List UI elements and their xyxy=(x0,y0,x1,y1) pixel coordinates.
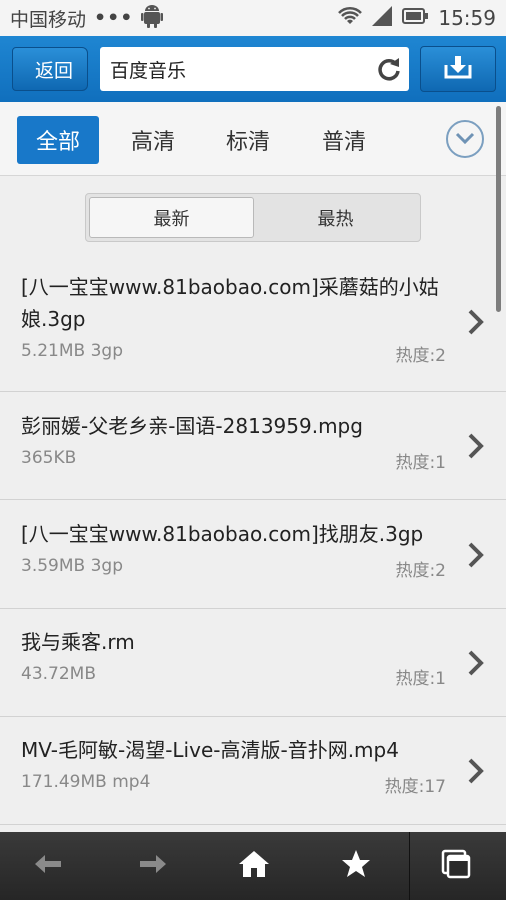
carrier-label: 中国移动 xyxy=(10,8,87,31)
back-button[interactable]: 返回 xyxy=(12,47,88,91)
battery-icon xyxy=(402,7,429,29)
tab-normal[interactable]: 普清 xyxy=(303,116,385,164)
toolbar-divider xyxy=(409,832,410,900)
tab-sd[interactable]: 标清 xyxy=(207,116,289,164)
chevron-right-icon xyxy=(466,541,486,573)
list-item[interactable]: 彭丽媛-父老乡亲-国语-2813959.mpg 365KB 热度:1 xyxy=(0,392,506,500)
item-title: [八一宝宝www.81baobao.com]找朋友.3gp xyxy=(21,522,424,546)
wifi-icon xyxy=(338,6,363,31)
bookmarks-button[interactable] xyxy=(316,832,396,900)
clock: 15:59 xyxy=(438,6,496,30)
chevron-right-icon xyxy=(466,757,486,789)
sort-newest-button[interactable]: 最新 xyxy=(89,197,254,238)
item-heat: 热度:1 xyxy=(395,453,446,473)
download-icon xyxy=(444,55,472,83)
item-size: 365KB xyxy=(21,448,77,468)
windows-icon xyxy=(441,849,471,883)
item-heat: 热度:17 xyxy=(384,777,446,797)
nav-back-button[interactable] xyxy=(8,832,88,900)
home-icon xyxy=(238,849,270,883)
list-item[interactable]: [八一宝宝www.81baobao.com]采蘑菇的小姑娘.3gp 5.21MB… xyxy=(0,258,506,392)
sort-segment: 最新 最热 xyxy=(85,193,421,242)
bottom-toolbar xyxy=(0,832,506,900)
quality-tabs: 全部 高清 标清 普清 xyxy=(0,102,506,176)
result-list: [八一宝宝www.81baobao.com]采蘑菇的小姑娘.3gp 5.21MB… xyxy=(0,258,506,392)
item-heat: 热度:1 xyxy=(395,669,446,689)
expand-tabs-button[interactable] xyxy=(446,120,484,158)
item-title: MV-毛阿敏-渴望-Live-高清版-音扑网.mp4 xyxy=(21,738,399,762)
arrow-left-icon xyxy=(33,853,63,879)
chevron-right-icon xyxy=(466,308,486,336)
list-item[interactable]: MV-毛阿敏-渴望-Live-高清版-音扑网.mp4 171.49MB mp4 热… xyxy=(0,717,506,825)
android-icon xyxy=(141,4,164,33)
signal-icon xyxy=(372,5,393,31)
nav-forward-button[interactable] xyxy=(113,832,193,900)
refresh-icon[interactable] xyxy=(375,55,403,83)
address-bar[interactable]: 百度音乐 xyxy=(100,47,409,91)
address-text: 百度音乐 xyxy=(110,59,187,82)
browser-toolbar: 返回 百度音乐 xyxy=(0,36,506,102)
chevron-right-icon xyxy=(466,432,486,464)
notification-dots: ••• xyxy=(94,7,134,29)
item-size: 3.59MB 3gp xyxy=(21,556,123,576)
home-button[interactable] xyxy=(214,832,294,900)
download-button[interactable] xyxy=(420,46,496,92)
item-title: [八一宝宝www.81baobao.com]采蘑菇的小姑娘.3gp xyxy=(21,275,439,331)
item-heat: 热度:2 xyxy=(395,561,446,581)
item-size: 43.72MB xyxy=(21,664,96,684)
status-bar: 中国移动 ••• 15:59 xyxy=(0,0,506,36)
arrow-right-icon xyxy=(138,853,168,879)
item-size: 5.21MB 3gp xyxy=(21,341,123,361)
item-size: 171.49MB mp4 xyxy=(21,772,151,792)
tab-all[interactable]: 全部 xyxy=(17,116,99,164)
sort-hottest-button[interactable]: 最热 xyxy=(254,197,417,238)
chevron-right-icon xyxy=(466,649,486,681)
chevron-down-icon xyxy=(455,130,475,149)
item-title: 彭丽媛-父老乡亲-国语-2813959.mpg xyxy=(21,414,363,438)
star-icon xyxy=(341,849,371,883)
windows-button[interactable] xyxy=(416,832,496,900)
tab-hd[interactable]: 高清 xyxy=(112,116,194,164)
item-heat: 热度:2 xyxy=(395,346,446,366)
list-item[interactable]: 我与乘客.rm 43.72MB 热度:1 xyxy=(0,609,506,717)
item-title: 我与乘客.rm xyxy=(21,630,135,654)
back-button-label: 返回 xyxy=(34,59,73,82)
list-item[interactable]: [八一宝宝www.81baobao.com]找朋友.3gp 3.59MB 3gp… xyxy=(0,501,506,609)
